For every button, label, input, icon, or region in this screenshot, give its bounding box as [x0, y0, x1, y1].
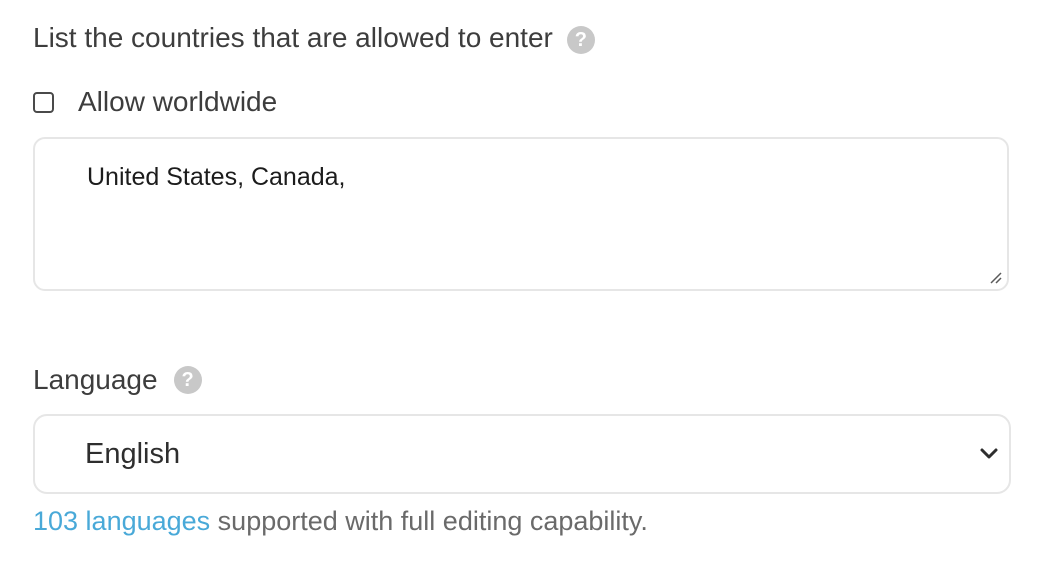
countries-field-label-row: List the countries that are allowed to e…: [33, 22, 595, 54]
countries-textarea-value: United States, Canada,: [87, 163, 346, 191]
languages-link[interactable]: 103 languages: [33, 506, 210, 536]
allow-worldwide-checkbox[interactable]: [33, 91, 54, 113]
language-field-label-row: Language ?: [33, 364, 202, 396]
language-support-text: supported with full editing capability.: [210, 506, 648, 536]
allow-worldwide-label[interactable]: Allow worldwide: [78, 86, 277, 118]
countries-textarea[interactable]: United States, Canada,: [33, 137, 1009, 291]
language-support-note: 103 languages supported with full editin…: [33, 506, 648, 537]
language-selected-value: English: [85, 437, 181, 470]
allow-worldwide-row[interactable]: Allow worldwide: [33, 86, 277, 118]
language-field-label: Language: [33, 364, 158, 395]
language-select[interactable]: English: [33, 414, 1011, 494]
question-mark-icon[interactable]: ?: [173, 366, 202, 394]
resize-grip-icon[interactable]: [987, 269, 1003, 285]
countries-field-label: List the countries that are allowed to e…: [33, 22, 553, 53]
chevron-down-icon: [980, 448, 998, 459]
question-mark-icon[interactable]: ?: [566, 26, 595, 54]
